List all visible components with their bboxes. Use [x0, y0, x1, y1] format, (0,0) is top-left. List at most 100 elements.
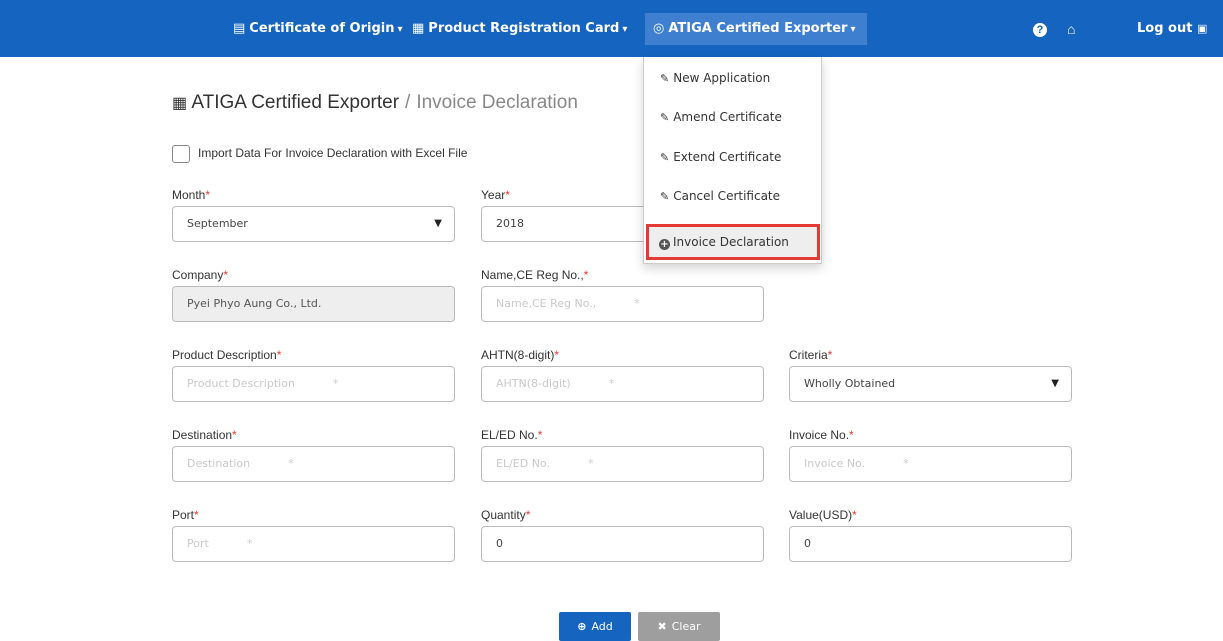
pencil-icon: ✎	[660, 190, 670, 203]
nav-atiga-certified-exporter[interactable]: ◎ ATIGA Certified Exporter ▾	[645, 13, 867, 45]
company-field: Pyei Phyo Aung Co., Ltd.	[172, 286, 455, 322]
placeholder-required-mark: *	[634, 297, 640, 310]
caret-down-icon: ▾	[397, 24, 403, 35]
quantity-label: Quantity*	[481, 508, 530, 522]
placeholder-required-mark: *	[608, 377, 615, 390]
ahtn-input[interactable]: AHTN(8-digit) *	[481, 366, 764, 402]
menu-item-label: Cancel Certificate	[673, 189, 781, 203]
required-mark: *	[583, 268, 589, 282]
ahtn-label: AHTN(8-digit)*	[481, 348, 559, 362]
criteria-label: Criteria*	[789, 348, 832, 362]
nav-certificate-of-origin-label: Certificate of Origin	[249, 21, 395, 36]
dropdown-arrow-icon: ▼	[1051, 378, 1059, 389]
nav-atiga-certified-exporter-label: ATIGA Certified Exporter	[668, 21, 848, 36]
destination-input[interactable]: Destination *	[172, 446, 455, 482]
el-ed-placeholder: EL/ED No.	[496, 457, 550, 470]
placeholder-required-mark: *	[246, 537, 253, 550]
el-ed-input[interactable]: EL/ED No. *	[481, 446, 764, 482]
year-value: 2018	[496, 217, 524, 230]
quantity-input[interactable]: 0	[481, 526, 764, 562]
required-mark: *	[194, 508, 199, 522]
placeholder-required-mark: *	[903, 457, 909, 470]
badge-icon: ◎	[653, 21, 665, 36]
product-description-label-text: Product Description	[172, 348, 277, 362]
name-ce-label-text: Name,CE Reg No.,	[481, 268, 584, 282]
invoice-placeholder: Invoice No.	[804, 457, 866, 470]
quantity-value: 0	[496, 537, 503, 550]
menu-item-cancel-certificate[interactable]: ✎ Cancel Certificate	[644, 180, 821, 212]
clear-button-label: Clear	[671, 620, 701, 633]
placeholder-required-mark: *	[587, 457, 594, 470]
month-label: Month*	[172, 188, 210, 202]
nav-product-registration-card-label: Product Registration Card	[428, 21, 620, 36]
month-label-text: Month	[172, 188, 206, 202]
menu-item-invoice-declaration[interactable]: + Invoice Declaration	[646, 224, 820, 260]
plus-circle-icon: ⊕	[577, 620, 587, 633]
plus-circle-icon: +	[659, 239, 670, 250]
year-select[interactable]: 2018	[481, 206, 645, 242]
pencil-icon: ✎	[660, 111, 670, 124]
name-ce-input[interactable]: Name,CE Reg No., *	[481, 286, 764, 322]
month-select[interactable]: September ▼	[172, 206, 455, 242]
required-mark: *	[205, 188, 211, 202]
id-card-icon: ▦	[172, 95, 188, 112]
destination-label-text: Destination	[172, 428, 233, 442]
logout-button[interactable]: Log out ▣	[1129, 13, 1215, 45]
menu-item-label: Invoice Declaration	[673, 235, 789, 249]
required-mark: *	[827, 348, 833, 362]
required-mark: *	[232, 428, 237, 442]
home-button[interactable]: ⌂	[1067, 13, 1075, 45]
port-input[interactable]: Port *	[172, 526, 455, 562]
port-label-text: Port	[172, 508, 195, 522]
id-card-icon: ▦	[412, 21, 425, 36]
page-title-main: ATIGA Certified Exporter	[191, 92, 400, 113]
name-ce-label: Name,CE Reg No.,*	[481, 268, 588, 282]
criteria-label-text: Criteria	[789, 348, 828, 362]
clear-button[interactable]: ✖ Clear	[638, 612, 720, 641]
value-usd-label-text: Value(USD)	[789, 508, 853, 522]
menu-item-extend-certificate[interactable]: ✎ Extend Certificate	[644, 141, 821, 173]
home-icon: ⌂	[1067, 21, 1076, 37]
add-button[interactable]: ⊕ Add	[559, 612, 631, 641]
value-usd-label: Value(USD)*	[789, 508, 857, 522]
import-excel-label: Import Data For Invoice Declaration with…	[198, 146, 468, 160]
required-mark: *	[554, 348, 560, 362]
caret-down-icon: ▾	[850, 24, 856, 35]
company-label-text: Company	[172, 268, 224, 282]
page-subtitle: Invoice Declaration	[416, 92, 578, 113]
nav-certificate-of-origin[interactable]: ▤ Certificate of Origin ▾	[225, 13, 411, 45]
year-label: Year*	[481, 188, 510, 202]
certificate-icon: ▤	[233, 21, 246, 36]
product-description-placeholder: Product Description	[187, 377, 295, 390]
help-icon: ?	[1033, 23, 1047, 38]
product-description-label: Product Description*	[172, 348, 281, 362]
criteria-value: Wholly Obtained	[804, 377, 896, 390]
nav-product-registration-card[interactable]: ▦ Product Registration Card ▾	[404, 13, 635, 45]
logout-label: Log out	[1137, 21, 1193, 36]
required-mark: *	[849, 428, 854, 442]
menu-item-amend-certificate[interactable]: ✎ Amend Certificate	[644, 101, 821, 133]
help-button[interactable]: ?	[1033, 13, 1047, 45]
ahtn-placeholder: AHTN(8-digit)	[496, 377, 571, 390]
caret-down-icon: ▾	[622, 24, 628, 35]
criteria-select[interactable]: Wholly Obtained ▼	[789, 366, 1072, 402]
year-label-text: Year	[481, 188, 506, 202]
import-excel-checkbox[interactable]	[172, 145, 190, 163]
breadcrumb-separator: /	[405, 92, 411, 113]
value-usd-value: 0	[804, 537, 811, 550]
quantity-label-text: Quantity	[481, 508, 526, 522]
port-placeholder: Port	[187, 537, 209, 550]
product-description-input[interactable]: Product Description *	[172, 366, 455, 402]
required-mark: *	[276, 348, 282, 362]
required-mark: *	[223, 268, 229, 282]
port-label: Port*	[172, 508, 199, 522]
pencil-icon: ✎	[660, 72, 670, 85]
ahtn-label-text: AHTN(8-digit)	[481, 348, 555, 362]
top-navbar: ▤ Certificate of Origin ▾ ▦ Product Registr…	[0, 0, 1223, 57]
close-icon: ✖	[657, 620, 667, 633]
invoice-input[interactable]: Invoice No. *	[789, 446, 1072, 482]
el-ed-label-text: EL/ED No.	[481, 428, 538, 442]
name-ce-placeholder: Name,CE Reg No.,	[496, 297, 597, 310]
value-usd-input[interactable]: 0	[789, 526, 1072, 562]
menu-item-new-application[interactable]: ✎ New Application	[644, 62, 821, 94]
